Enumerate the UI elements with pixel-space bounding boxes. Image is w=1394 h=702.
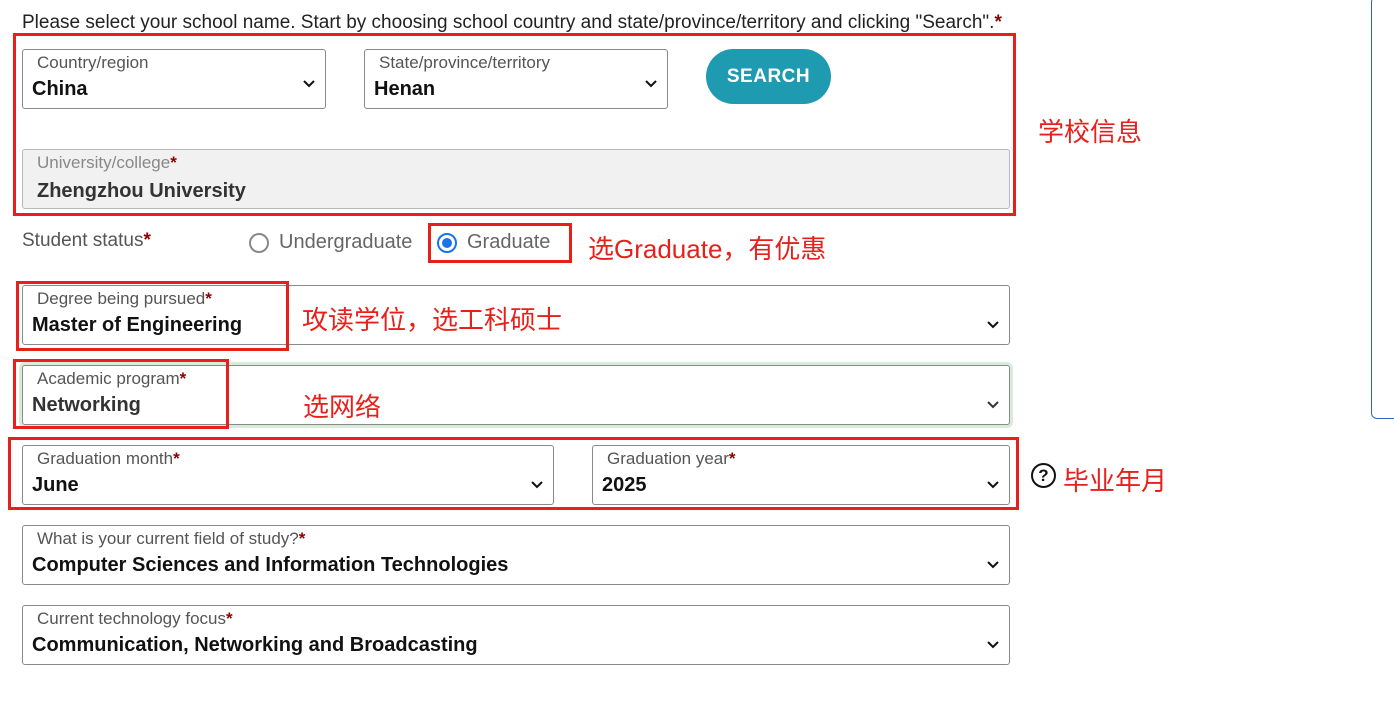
annotation-box-graduate <box>428 223 572 263</box>
help-icon[interactable]: ? <box>1031 463 1056 488</box>
chevron-down-icon <box>986 557 1000 571</box>
annotation-school-info: 学校信息 <box>1038 117 1143 147</box>
annotation-program: 选网络 <box>303 392 382 422</box>
school-instruction: Please select your school name. Start by… <box>22 12 1002 33</box>
radio-undergraduate[interactable]: Undergraduate <box>249 231 412 254</box>
side-panel-edge <box>1371 0 1394 419</box>
annotation-degree: 攻读学位，选工科硕士 <box>302 305 563 335</box>
annotation-box-graduation <box>8 437 1019 510</box>
chevron-down-icon <box>986 637 1000 651</box>
technology-focus-label: Current technology focus* <box>37 609 233 628</box>
radio-circle[interactable] <box>249 232 269 253</box>
annotation-box-degree <box>16 281 289 351</box>
chevron-down-icon <box>986 397 1000 411</box>
technology-focus-value: Communication, Networking and Broadcasti… <box>32 634 478 656</box>
technology-focus-select[interactable]: Current technology focus* Communication,… <box>22 605 1010 665</box>
radio-undergraduate-label: Undergraduate <box>279 231 413 253</box>
field-of-study-value: Computer Sciences and Information Techno… <box>32 554 509 576</box>
annotation-graduate: 选Graduate，有优惠 <box>588 234 827 264</box>
field-of-study-select[interactable]: What is your current field of study?* Co… <box>22 525 1010 585</box>
annotation-graduation: 毕业年月 <box>1063 466 1168 496</box>
chevron-down-icon <box>986 317 1000 331</box>
annotation-box-program <box>13 359 229 429</box>
student-status-label: Student status* <box>22 230 151 251</box>
annotation-box-school <box>13 33 1016 216</box>
field-of-study-label: What is your current field of study?* <box>37 529 306 548</box>
